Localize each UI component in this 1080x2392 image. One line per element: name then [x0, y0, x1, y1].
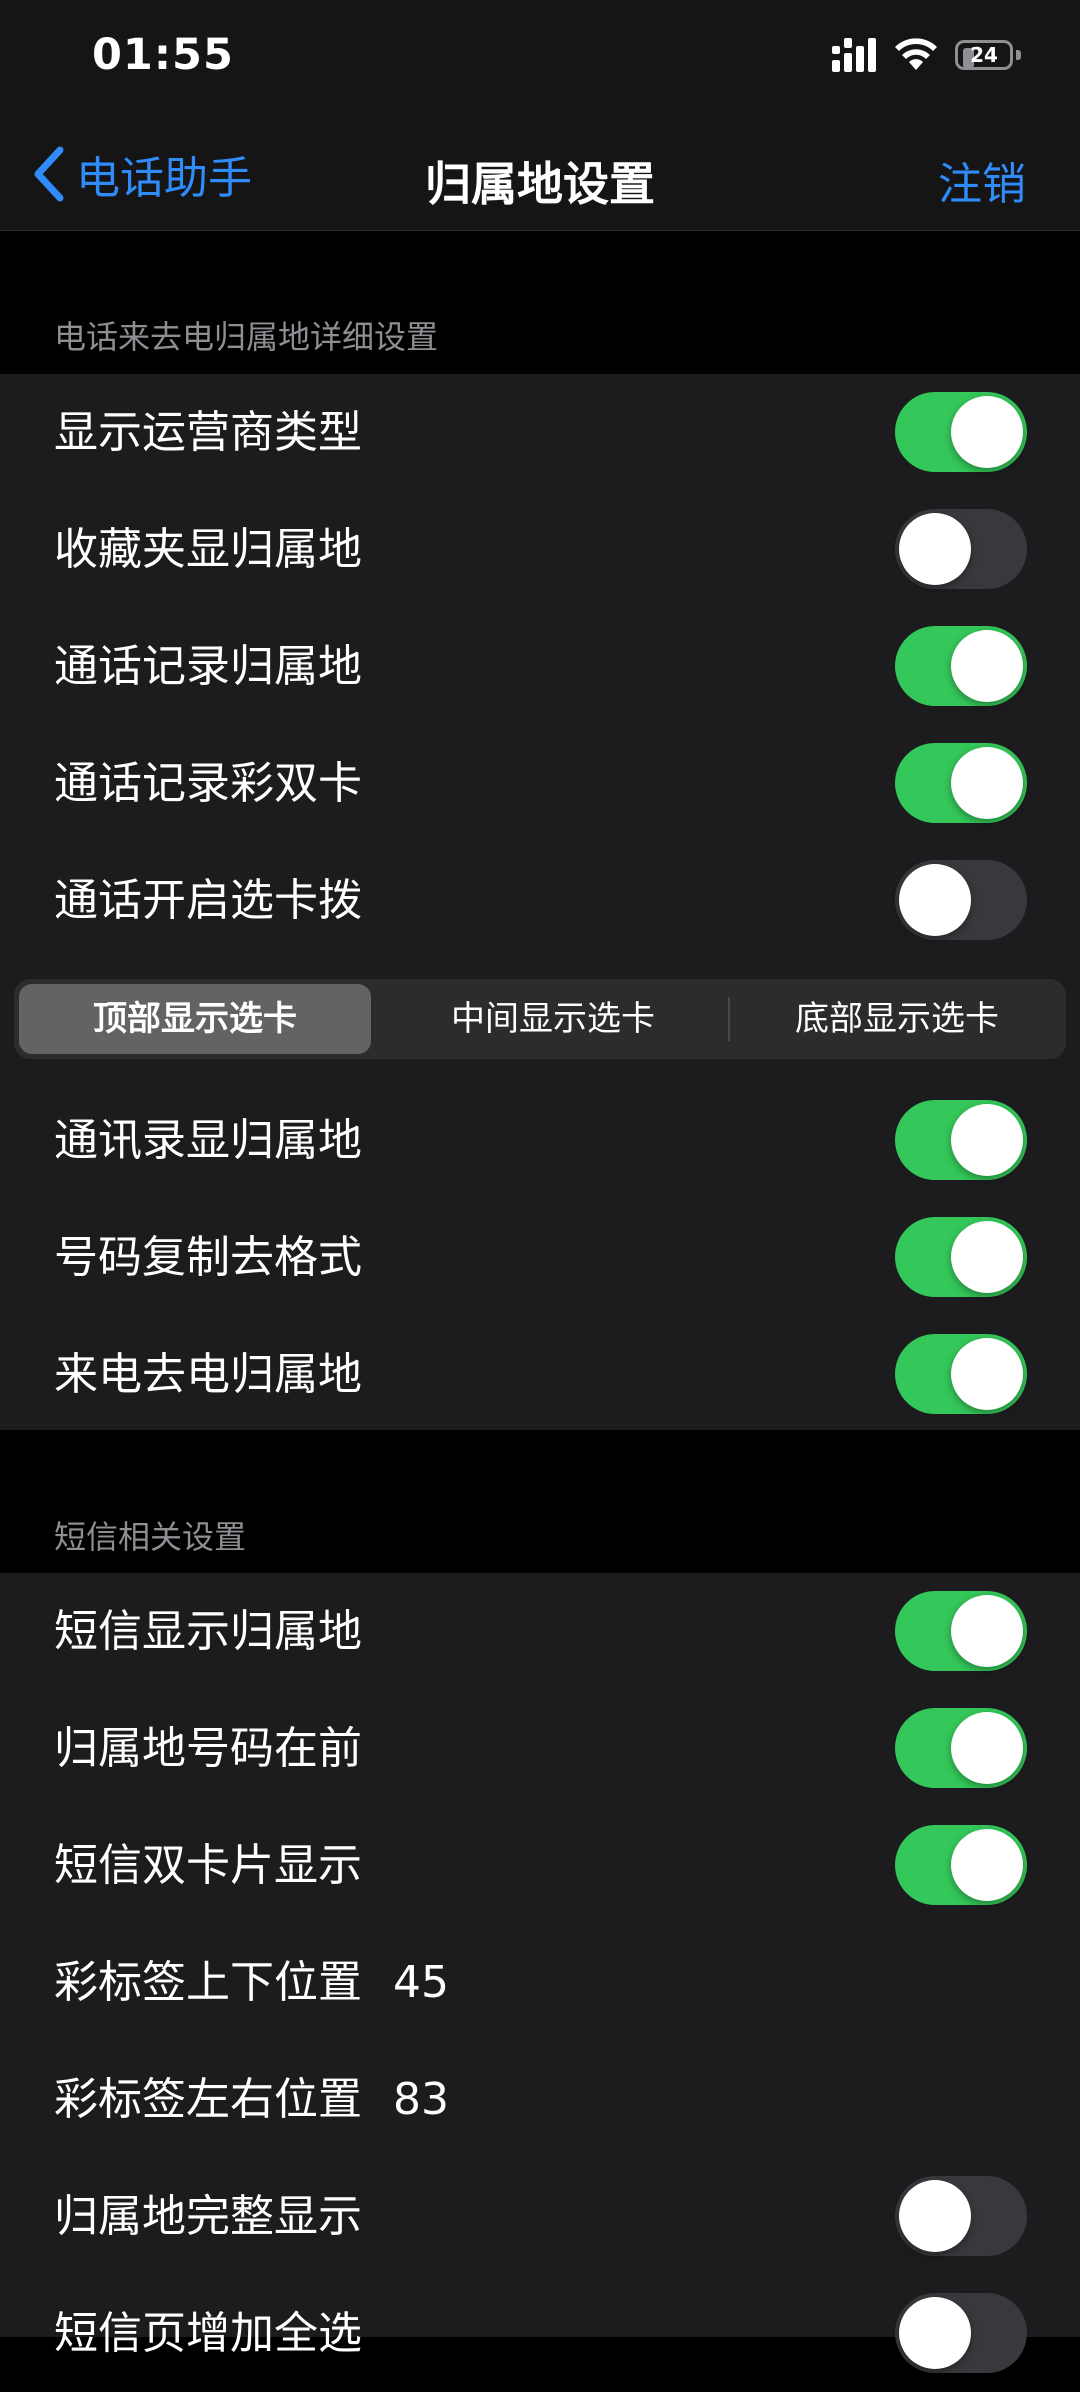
- section-header-call-location: 电话来去电归属地详细设置: [54, 318, 439, 356]
- setting-row-call-log-dual-card: 通话记录彩双卡: [0, 725, 1080, 842]
- setting-label: 归属地完整显示: [54, 2191, 362, 2242]
- setting-label: 短信双卡片显示: [54, 1840, 362, 1891]
- contacts-location-toggle[interactable]: [895, 1100, 1027, 1180]
- setting-row-tag-vertical-position[interactable]: 彩标签上下位置 45: [0, 1924, 1080, 2041]
- segment-divider: [728, 997, 730, 1041]
- setting-row-incoming-outgoing-location: 来电去电归属地: [0, 1316, 1080, 1433]
- status-bar: 01:55 24: [0, 0, 1080, 118]
- page-title: 归属地设置: [425, 157, 655, 211]
- setting-label: 通话开启选卡拨: [54, 875, 362, 926]
- favorites-location-toggle[interactable]: [895, 509, 1027, 589]
- battery-icon: 24: [955, 40, 1021, 70]
- select-card-dial-toggle[interactable]: [895, 860, 1027, 940]
- setting-row-full-location-display: 归属地完整显示: [0, 2158, 1080, 2275]
- setting-label: 归属地号码在前: [54, 1723, 362, 1774]
- setting-row-sms-select-all: 短信页增加全选: [0, 2275, 1080, 2392]
- setting-label: 短信显示归属地: [54, 1606, 362, 1657]
- location-before-number-toggle[interactable]: [895, 1708, 1027, 1788]
- logout-button[interactable]: 注销: [938, 148, 1026, 212]
- setting-row-location-before-number: 归属地号码在前: [0, 1690, 1080, 1807]
- tag-vertical-position-value: 45: [393, 1957, 449, 2008]
- wifi-icon: [895, 38, 937, 70]
- sms-location-toggle[interactable]: [895, 1591, 1027, 1671]
- call-log-location-toggle[interactable]: [895, 626, 1027, 706]
- incoming-outgoing-location-toggle[interactable]: [895, 1334, 1027, 1414]
- setting-row-copy-unformat: 号码复制去格式: [0, 1199, 1080, 1316]
- setting-row-call-log-location: 通话记录归属地: [0, 608, 1080, 725]
- setting-label: 通讯录显归属地: [54, 1115, 362, 1166]
- signal-icon: [832, 38, 876, 72]
- setting-label: 通话记录彩双卡: [54, 758, 362, 809]
- setting-row-tag-horizontal-position[interactable]: 彩标签左右位置 83: [0, 2041, 1080, 2158]
- setting-row-select-card-dial: 通话开启选卡拨: [0, 842, 1080, 959]
- call-log-dual-card-toggle[interactable]: [895, 743, 1027, 823]
- sms-select-all-toggle[interactable]: [895, 2293, 1027, 2373]
- setting-label: 彩标签左右位置: [54, 2074, 362, 2125]
- segment-bottom[interactable]: 底部显示选卡: [732, 984, 1062, 1054]
- setting-label: 来电去电归属地: [54, 1349, 362, 1400]
- call-location-settings-group-continued: 通讯录显归属地 号码复制去格式 来电去电归属地: [0, 1078, 1080, 1430]
- setting-row-sms-location: 短信显示归属地: [0, 1573, 1080, 1690]
- setting-label: 彩标签上下位置: [54, 1957, 362, 2008]
- carrier-type-toggle[interactable]: [895, 392, 1027, 472]
- tag-horizontal-position-value: 83: [393, 2074, 449, 2125]
- setting-row-carrier-type: 显示运营商类型: [0, 374, 1080, 491]
- section-header-sms: 短信相关设置: [54, 1518, 247, 1556]
- sms-dual-card-toggle[interactable]: [895, 1825, 1027, 1905]
- setting-label: 显示运营商类型: [54, 407, 362, 458]
- segment-top[interactable]: 顶部显示选卡: [19, 984, 371, 1054]
- setting-label: 短信页增加全选: [54, 2308, 362, 2359]
- battery-level: 24: [970, 43, 998, 67]
- card-position-segmented-control: 顶部显示选卡 中间显示选卡 底部显示选卡: [14, 979, 1066, 1059]
- setting-row-favorites-location: 收藏夹显归属地: [0, 491, 1080, 608]
- copy-unformat-toggle[interactable]: [895, 1217, 1027, 1297]
- setting-label: 通话记录归属地: [54, 641, 362, 692]
- sms-settings-group: 短信显示归属地 归属地号码在前 短信双卡片显示 彩标签上下位置 45 彩标签左右…: [0, 1573, 1080, 2373]
- full-location-display-toggle[interactable]: [895, 2176, 1027, 2256]
- setting-label: 号码复制去格式: [54, 1232, 362, 1283]
- setting-row-contacts-location: 通讯录显归属地: [0, 1082, 1080, 1199]
- setting-row-sms-dual-card: 短信双卡片显示: [0, 1807, 1080, 1924]
- navigation-bar: 电话助手 归属地设置 注销: [0, 118, 1080, 231]
- segment-middle[interactable]: 中间显示选卡: [378, 984, 728, 1054]
- status-time: 01:55: [92, 30, 234, 80]
- setting-label: 收藏夹显归属地: [54, 524, 362, 575]
